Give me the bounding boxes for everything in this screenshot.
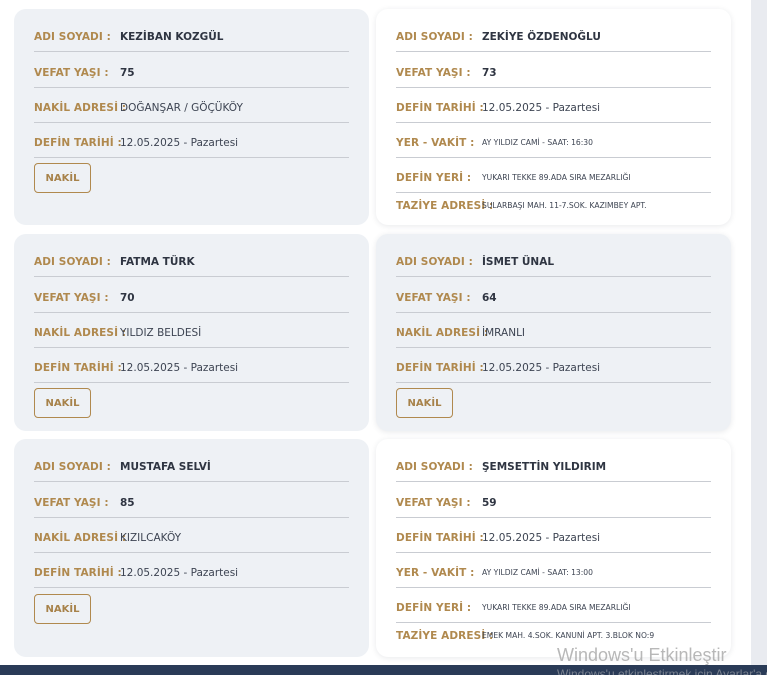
name-value: FATMA TÜRK: [120, 256, 195, 268]
name-label: ADI SOYADI :: [396, 256, 473, 268]
name-value: KEZİBAN KOZGÜL: [120, 31, 224, 43]
burial-date-value: 12.05.2025 - Pazartesi: [482, 362, 601, 374]
address-label: NAKİL ADRESİ :: [396, 327, 489, 339]
burial-date-row: DEFİN TARİHİ : 12.05.2025 - Pazartesi: [34, 362, 349, 383]
age-label: VEFAT YAŞI :: [396, 292, 471, 304]
nakil-button[interactable]: NAKİL: [34, 388, 91, 418]
address-label: NAKİL ADRESİ :: [34, 532, 127, 544]
condolence-address-label: TAZİYE ADRESİ :: [396, 200, 494, 212]
age-value: 73: [482, 67, 497, 79]
age-row: VEFAT YAŞI : 70: [34, 292, 349, 313]
age-row: VEFAT YAŞI : 73: [396, 67, 711, 88]
nakil-button[interactable]: NAKİL: [34, 594, 91, 624]
name-row: ADI SOYADI : FATMA TÜRK: [34, 256, 349, 277]
nakil-button[interactable]: NAKİL: [34, 163, 91, 193]
age-row: VEFAT YAŞI : 59: [396, 497, 711, 518]
name-value: İSMET ÜNAL: [482, 256, 555, 268]
place-time-label: YER - VAKİT :: [396, 137, 475, 149]
address-row: NAKİL ADRESİ : KIZILCAKÖY: [34, 532, 349, 553]
burial-date-row: DEFİN TARİHİ : 12.05.2025 - Pazartesi: [396, 362, 711, 383]
name-value: MUSTAFA SELVİ: [120, 461, 211, 473]
name-label: ADI SOYADI :: [396, 461, 473, 473]
address-label: NAKİL ADRESİ :: [34, 327, 127, 339]
place-time-value: AY YILDIZ CAMİ - SAAT: 13:00: [482, 568, 593, 577]
burial-date-label: DEFİN TARİHİ :: [396, 532, 484, 544]
age-value: 70: [120, 292, 135, 304]
age-value: 59: [482, 497, 497, 509]
nakil-button[interactable]: NAKİL: [396, 388, 453, 418]
burial-date-label: DEFİN TARİHİ :: [34, 362, 122, 374]
activation-watermark-title: Windows'u Etkinleştir: [557, 645, 727, 665]
condolence-address-value: SULARBAŞI MAH. 11-7.SOK. KAZIMBEY APT.: [482, 201, 647, 210]
burial-place-value: YUKARI TEKKE 89.ADA SIRA MEZARLIĞI: [482, 603, 631, 612]
burial-place-row: DEFİN YERİ : YUKARI TEKKE 89.ADA SIRA ME…: [396, 602, 711, 623]
address-value: KIZILCAKÖY: [120, 532, 182, 544]
obituary-card: ADI SOYADI : İSMET ÜNAL VEFAT YAŞI : 64 …: [376, 234, 731, 431]
age-row: VEFAT YAŞI : 75: [34, 67, 349, 88]
age-value: 64: [482, 292, 497, 304]
obituary-card: ADI SOYADI : MUSTAFA SELVİ VEFAT YAŞI : …: [14, 439, 369, 657]
age-label: VEFAT YAŞI :: [396, 67, 471, 79]
age-label: VEFAT YAŞI :: [34, 292, 109, 304]
name-label: ADI SOYADI :: [396, 31, 473, 43]
address-row: NAKİL ADRESİ : YILDIZ BELDESİ: [34, 327, 349, 348]
age-row: VEFAT YAŞI : 85: [34, 497, 349, 518]
burial-date-label: DEFİN TARİHİ :: [396, 362, 484, 374]
name-value: ZEKİYE ÖZDENOĞLU: [482, 31, 601, 43]
name-row: ADI SOYADI : KEZİBAN KOZGÜL: [34, 31, 349, 52]
place-time-label: YER - VAKİT :: [396, 567, 475, 579]
name-row: ADI SOYADI : ZEKİYE ÖZDENOĞLU: [396, 31, 711, 52]
obituary-card: ADI SOYADI : ZEKİYE ÖZDENOĞLU VEFAT YAŞI…: [376, 9, 731, 225]
age-value: 75: [120, 67, 135, 79]
condolence-address-label: TAZİYE ADRESİ :: [396, 630, 494, 642]
name-row: ADI SOYADI : MUSTAFA SELVİ: [34, 461, 349, 482]
burial-date-value: 12.05.2025 - Pazartesi: [120, 567, 239, 579]
burial-date-row: DEFİN TARİHİ : 12.05.2025 - Pazartesi: [34, 137, 349, 158]
address-row: NAKİL ADRESİ : DOĞANŞAR / GÖÇÜKÖY: [34, 102, 349, 123]
burial-date-row: DEFİN TARİHİ : 12.05.2025 - Pazartesi: [396, 102, 711, 123]
name-row: ADI SOYADI : İSMET ÜNAL: [396, 256, 711, 277]
burial-date-row: DEFİN TARİHİ : 12.05.2025 - Pazartesi: [396, 532, 711, 553]
burial-date-row: DEFİN TARİHİ : 12.05.2025 - Pazartesi: [34, 567, 349, 588]
burial-place-label: DEFİN YERİ :: [396, 172, 472, 184]
name-label: ADI SOYADI :: [34, 256, 111, 268]
age-label: VEFAT YAŞI :: [34, 67, 109, 79]
address-label: NAKİL ADRESİ :: [34, 102, 127, 114]
address-value: İMRANLI: [482, 327, 526, 339]
burial-date-label: DEFİN TARİHİ :: [34, 567, 122, 579]
address-value: YILDIZ BELDESİ: [120, 327, 202, 339]
address-value: DOĞANŞAR / GÖÇÜKÖY: [120, 102, 243, 114]
name-row: ADI SOYADI : ŞEMSETTİN YILDIRIM: [396, 461, 711, 482]
condolence-address-value: EMEK MAH. 4.SOK. KANUNİ APT. 3.BLOK NO:9: [482, 631, 655, 640]
burial-date-value: 12.05.2025 - Pazartesi: [482, 102, 601, 114]
burial-date-label: DEFİN TARİHİ :: [396, 102, 484, 114]
burial-date-value: 12.05.2025 - Pazartesi: [120, 137, 239, 149]
burial-date-value: 12.05.2025 - Pazartesi: [120, 362, 239, 374]
burial-date-value: 12.05.2025 - Pazartesi: [482, 532, 601, 544]
burial-date-label: DEFİN TARİHİ :: [34, 137, 122, 149]
age-value: 85: [120, 497, 135, 509]
name-label: ADI SOYADI :: [34, 461, 111, 473]
place-time-row: YER - VAKİT : AY YILDIZ CAMİ - SAAT: 13:…: [396, 567, 711, 588]
obituary-card: ADI SOYADI : FATMA TÜRK VEFAT YAŞI : 70 …: [14, 234, 369, 431]
condolence-address-row: TAZİYE ADRESİ : SULARBAŞI MAH. 11-7.SOK.…: [396, 200, 711, 220]
name-label: ADI SOYADI :: [34, 31, 111, 43]
name-value: ŞEMSETTİN YILDIRIM: [482, 461, 607, 473]
burial-place-row: DEFİN YERİ : YUKARI TEKKE 89.ADA SIRA ME…: [396, 172, 711, 193]
burial-place-value: YUKARI TEKKE 89.ADA SIRA MEZARLIĞI: [482, 173, 631, 182]
place-time-value: AY YILDIZ CAMİ - SAAT: 16:30: [482, 138, 593, 147]
obituary-card: ADI SOYADI : ŞEMSETTİN YILDIRIM VEFAT YA…: [376, 439, 731, 657]
burial-place-label: DEFİN YERİ :: [396, 602, 472, 614]
scrollbar-track[interactable]: [751, 0, 767, 665]
activation-watermark-subtitle: Windows'u etkinleştirmek için Ayarlar'a …: [557, 667, 767, 675]
place-time-row: YER - VAKİT : AY YILDIZ CAMİ - SAAT: 16:…: [396, 137, 711, 158]
obituary-card: ADI SOYADI : KEZİBAN KOZGÜL VEFAT YAŞI :…: [14, 9, 369, 225]
age-label: VEFAT YAŞI :: [396, 497, 471, 509]
age-row: VEFAT YAŞI : 64: [396, 292, 711, 313]
age-label: VEFAT YAŞI :: [34, 497, 109, 509]
address-row: NAKİL ADRESİ : İMRANLI: [396, 327, 711, 348]
obituary-grid: ADI SOYADI : KEZİBAN KOZGÜL VEFAT YAŞI :…: [0, 0, 751, 665]
